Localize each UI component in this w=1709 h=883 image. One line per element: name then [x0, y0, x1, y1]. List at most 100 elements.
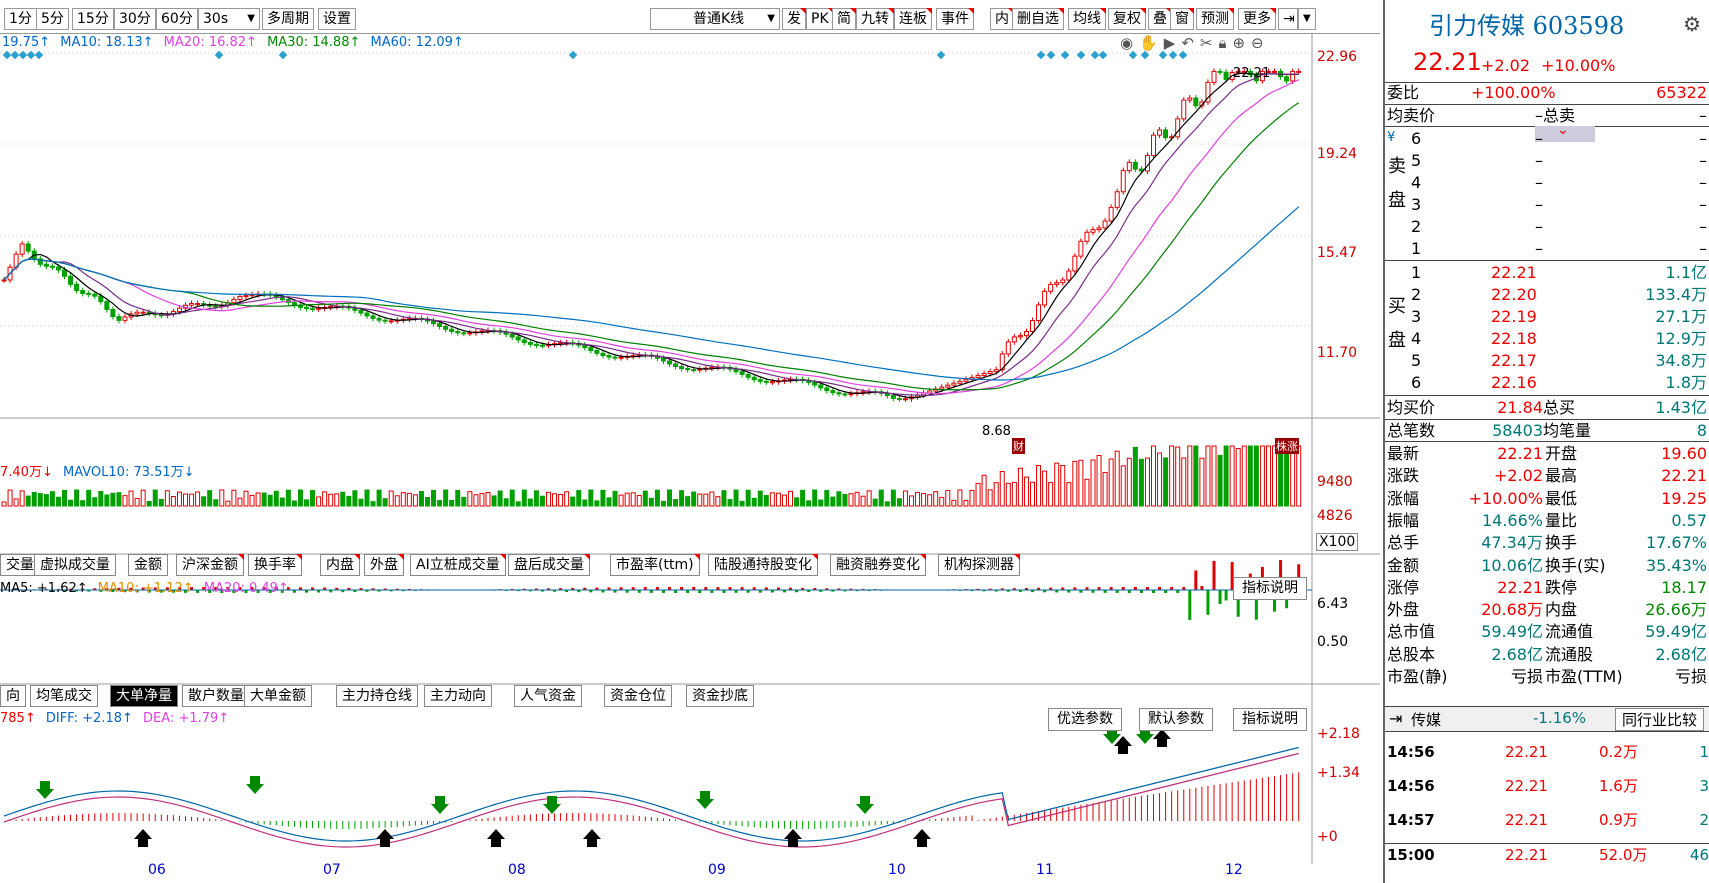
indicator-tab[interactable]: 陆股通持股变化	[708, 554, 818, 576]
fund-tab[interactable]: 资金抄底	[686, 685, 754, 707]
indicator-help-button[interactable]: 指标说明	[1233, 577, 1307, 600]
toolbar-tool-button[interactable]: 复权	[1108, 8, 1146, 30]
buy-level-row[interactable]: 5 22.17 34.8万	[1385, 350, 1709, 372]
sector-name[interactable]: 传媒	[1411, 709, 1441, 730]
toolbar-tool-button[interactable]: 窗	[1170, 8, 1194, 30]
toolbar-tool-button[interactable]: 删自选	[1012, 8, 1064, 30]
sell-level-row[interactable]: 5 – –	[1385, 150, 1709, 172]
default-params-button[interactable]: 默认参数	[1139, 708, 1213, 731]
candle-body	[812, 381, 818, 386]
interval-dropdown[interactable]: 30s ▼	[198, 8, 260, 30]
fund-tab[interactable]: 人气资金	[514, 685, 582, 707]
period-60min-button[interactable]: 60分	[156, 8, 198, 30]
toolbar-end-icon[interactable]: ⇥	[1278, 8, 1298, 30]
buy-level-row[interactable]: 1 22.21 1.1亿	[1385, 262, 1709, 284]
sell-volume: –	[1699, 239, 1707, 258]
expand-icon[interactable]: ⇥	[1389, 709, 1402, 728]
candle-body	[243, 295, 249, 298]
sell-level-row[interactable]: 1 – –	[1385, 238, 1709, 260]
buy-level-row[interactable]: 3 22.19 27.1万	[1385, 306, 1709, 328]
buy-level-row[interactable]: 2 22.20 133.4万	[1385, 284, 1709, 306]
stat-label: 量比	[1545, 510, 1578, 530]
play-icon[interactable]: ▶	[1164, 34, 1182, 52]
lock-icon[interactable]: 🔒︎	[1218, 34, 1232, 52]
macd-axis-label: +2.18	[1317, 726, 1360, 742]
undo-icon[interactable]: ↶	[1181, 34, 1200, 52]
candle-body	[19, 243, 25, 255]
financial-badge[interactable]: 财	[1012, 438, 1025, 454]
limit-up-badge[interactable]: 株涨	[1275, 438, 1299, 454]
toolbar-tool-button[interactable]: 简	[832, 8, 856, 30]
hand-icon[interactable]: ✋	[1139, 34, 1164, 52]
fund-tab[interactable]: 散户数量	[182, 685, 250, 707]
toolbar-tool-button[interactable]: 更多	[1238, 8, 1276, 30]
total-buy-value: 1.43亿	[1655, 398, 1707, 417]
indicator-tab[interactable]: 融资融券变化	[830, 554, 926, 576]
price-axis-label: 19.24	[1317, 146, 1358, 162]
toolbar-tool-button[interactable]: 发	[782, 8, 806, 30]
stat-value: 亏损	[1674, 667, 1707, 686]
candle-body	[25, 243, 31, 252]
settings-button[interactable]: 设置	[318, 8, 356, 30]
indicator-tab[interactable]: 盘后成交量	[508, 554, 590, 576]
sell-level-row[interactable]: 2 – –	[1385, 216, 1709, 238]
volume-bar	[999, 471, 1005, 507]
sell-level-row[interactable]: 4 – –	[1385, 172, 1709, 194]
indicator-tab[interactable]: AI立桩成交量	[410, 554, 506, 576]
buy-level-row[interactable]: 4 22.18 12.9万	[1385, 328, 1709, 350]
toolbar-tool-button[interactable]: 九转	[856, 8, 894, 30]
toolbar-tool-button[interactable]: 叠	[1148, 8, 1172, 30]
fund-tab[interactable]: 均笔成交	[30, 685, 98, 707]
volume-bar	[975, 482, 981, 507]
candle-body	[890, 395, 896, 399]
sector-compare-button[interactable]: 同行业比较	[1615, 708, 1705, 731]
indicator-tab[interactable]: 外盘	[364, 554, 404, 576]
optimize-params-button[interactable]: 优选参数	[1048, 708, 1122, 731]
scissors-icon[interactable]: ✂	[1200, 34, 1219, 52]
chart-area[interactable]	[0, 34, 1380, 883]
buy-level-row[interactable]: 6 22.16 1.8万	[1385, 372, 1709, 394]
period-15min-button[interactable]: 15分	[72, 8, 114, 30]
toolbar-tool-button[interactable]: 内	[990, 8, 1014, 30]
chevron-down-icon[interactable]: ▼	[1298, 8, 1316, 30]
volume-bar	[902, 490, 908, 507]
indicator-tab[interactable]: 机构探测器	[938, 554, 1020, 576]
toolbar-tool-button[interactable]: 均线	[1068, 8, 1106, 30]
sell-level-row[interactable]: 6 – –	[1385, 128, 1709, 150]
toolbar-tool-button[interactable]: PK	[806, 8, 834, 30]
fund-tab[interactable]: 资金仓位	[604, 685, 672, 707]
eye-icon[interactable]: ◉	[1120, 34, 1139, 52]
volume-legend: 7.40万↓ MAVOL10: 73.51万↓	[0, 461, 195, 480]
zoom-in-icon[interactable]: ⊕	[1232, 34, 1251, 52]
toolbar-tool-button[interactable]: 事件	[936, 8, 974, 30]
period-5min-button[interactable]: 5分	[36, 8, 69, 30]
indicator-tab[interactable]: 换手率	[248, 554, 302, 576]
toolbar-tool-button[interactable]: 预测	[1196, 8, 1234, 30]
fund-tab[interactable]: 大单金额	[244, 685, 312, 707]
stat-label: 流通值	[1545, 622, 1594, 642]
indicator-tab[interactable]: 虚拟成交量	[34, 554, 116, 576]
macd-help-button[interactable]: 指标说明	[1233, 708, 1307, 731]
fund-tab[interactable]: 向	[0, 685, 26, 707]
gear-icon[interactable]: ⚙	[1683, 12, 1701, 36]
period-30min-button[interactable]: 30分	[114, 8, 156, 30]
sell-level-row[interactable]: 3 – –	[1385, 194, 1709, 216]
zoom-out-icon[interactable]: ⊖	[1251, 34, 1270, 52]
fund-tab[interactable]: 主力动向	[424, 685, 492, 707]
indicator-tab[interactable]: 沪深金额	[176, 554, 244, 576]
multi-period-button[interactable]: 多周期	[262, 8, 314, 30]
indicator-tab[interactable]: 市盈率(ttm)	[610, 554, 700, 576]
indicator-tab[interactable]: 内盘	[320, 554, 360, 576]
volume-bar	[304, 499, 309, 507]
tick-row: 14:57 22.21 0.9万 2	[1385, 809, 1709, 831]
volume-bar	[1030, 481, 1035, 507]
fund-tab[interactable]: 大单净量	[110, 685, 178, 707]
fund-tab[interactable]: 主力持仓线	[336, 685, 418, 707]
toolbar-tool-button[interactable]: 连板	[894, 8, 932, 30]
trades-row: 总笔数 58403 均笔量 8	[1385, 419, 1709, 441]
period-1min-button[interactable]: 1分	[4, 8, 37, 30]
kline-type-dropdown[interactable]: 普通K线 ▼	[650, 8, 780, 30]
indicator-tab[interactable]: 金额	[128, 554, 168, 576]
ma10-line	[3, 73, 1299, 396]
volume-bar	[467, 491, 473, 507]
